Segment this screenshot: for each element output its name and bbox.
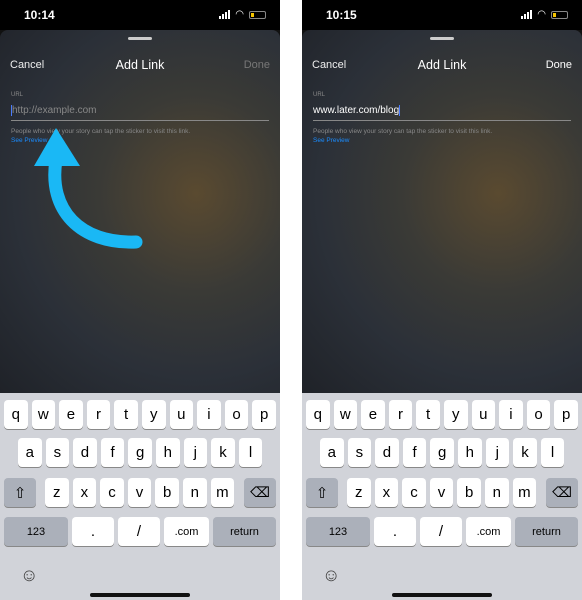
dotcom-key[interactable]: .com	[466, 517, 511, 546]
key-s[interactable]: s	[347, 438, 372, 467]
key-t[interactable]: t	[114, 400, 138, 429]
return-key[interactable]: return	[515, 517, 578, 546]
key-o[interactable]: o	[526, 400, 551, 429]
key-x[interactable]: x	[72, 478, 97, 507]
key-h[interactable]: h	[156, 438, 180, 467]
status-time: 10:15	[326, 8, 357, 22]
key-l[interactable]: l	[540, 438, 565, 467]
done-button[interactable]: Done	[546, 59, 572, 71]
key-w[interactable]: w	[333, 400, 358, 429]
key-b[interactable]: b	[457, 478, 481, 507]
key-y[interactable]: y	[142, 400, 166, 429]
key-k[interactable]: k	[513, 438, 537, 467]
slash-key[interactable]: /	[118, 517, 160, 546]
key-d[interactable]: d	[73, 438, 97, 467]
key-n[interactable]: n	[485, 478, 509, 507]
emoji-icon[interactable]: ☺	[20, 565, 38, 586]
key-n[interactable]: n	[183, 478, 207, 507]
key-x[interactable]: x	[374, 478, 399, 507]
signal-icon	[521, 10, 533, 19]
key-v[interactable]: v	[127, 478, 152, 507]
key-g[interactable]: g	[430, 438, 454, 467]
key-s[interactable]: s	[45, 438, 70, 467]
key-f[interactable]: f	[100, 438, 125, 467]
key-l[interactable]: l	[238, 438, 263, 467]
url-value: www.later.com/blog	[313, 105, 400, 117]
numbers-key[interactable]: 123	[306, 517, 370, 546]
key-p[interactable]: p	[252, 400, 276, 429]
slash-key[interactable]: /	[420, 517, 462, 546]
key-j[interactable]: j	[485, 438, 510, 467]
key-v[interactable]: v	[429, 478, 454, 507]
home-indicator	[90, 593, 190, 597]
status-icons: ◠	[521, 9, 568, 20]
key-a[interactable]: a	[18, 438, 42, 467]
add-link-sheet: Cancel Add Link Done URL www.later.com/blog P…	[302, 30, 582, 393]
keyboard: q w e r t y u i o p a s d f g h j k l ⇧ z x c v b n m ⌫ 123. / .com ret…	[0, 393, 280, 600]
key-c[interactable]: c	[100, 478, 124, 507]
dotcom-key[interactable]: .com	[164, 517, 209, 546]
key-c[interactable]: c	[402, 478, 426, 507]
key-m[interactable]: m	[512, 478, 537, 507]
period-key[interactable]: .	[374, 517, 416, 546]
delete-key[interactable]: ⌫	[546, 478, 578, 507]
see-preview-link[interactable]: See Preview	[313, 137, 350, 144]
shift-key[interactable]: ⇧	[306, 478, 338, 507]
key-o[interactable]: o	[224, 400, 249, 429]
period-key[interactable]: .	[72, 517, 114, 546]
sheet-grabber[interactable]	[430, 37, 454, 40]
screen-after: 10:15 ◠ Cancel Add Link Done URL www.later.com…	[302, 0, 582, 600]
numbers-key[interactable]: 123	[4, 517, 68, 546]
key-u[interactable]: u	[169, 400, 194, 429]
return-key[interactable]: return	[213, 517, 276, 546]
key-g[interactable]: g	[128, 438, 152, 467]
keyboard: q w e r t y u i o p a s d f g h j k l ⇧ z x c v b n m ⌫ 123. / .com ret…	[302, 393, 582, 600]
key-i[interactable]: i	[499, 400, 523, 429]
key-z[interactable]: z	[45, 478, 69, 507]
key-m[interactable]: m	[210, 478, 235, 507]
url-label: URL	[313, 92, 326, 98]
delete-key[interactable]: ⌫	[244, 478, 276, 507]
curved-arrow-up-icon	[34, 128, 143, 249]
key-j[interactable]: j	[183, 438, 208, 467]
sheet-title: Add Link	[417, 58, 467, 72]
screen-before: 10:14 ◠ Cancel Add Link Done URL http://exampl…	[0, 0, 280, 600]
key-q[interactable]: q	[306, 400, 330, 429]
key-k[interactable]: k	[211, 438, 235, 467]
hint-text: People who view your story can tap the s…	[313, 128, 493, 135]
key-p[interactable]: p	[554, 400, 578, 429]
home-indicator	[392, 593, 492, 597]
key-b[interactable]: b	[155, 478, 179, 507]
wifi-icon: ◠	[537, 9, 546, 20]
emoji-icon[interactable]: ☺	[322, 565, 340, 586]
key-h[interactable]: h	[458, 438, 482, 467]
key-w[interactable]: w	[31, 400, 56, 429]
key-t[interactable]: t	[416, 400, 440, 429]
key-e[interactable]: e	[361, 400, 385, 429]
key-y[interactable]: y	[444, 400, 468, 429]
url-input[interactable]: www.later.com/blog	[313, 105, 571, 121]
key-d[interactable]: d	[375, 438, 399, 467]
key-r[interactable]: r	[388, 400, 413, 429]
shift-key[interactable]: ⇧	[4, 478, 36, 507]
key-q[interactable]: q	[4, 400, 28, 429]
key-r[interactable]: r	[86, 400, 111, 429]
key-u[interactable]: u	[471, 400, 496, 429]
key-f[interactable]: f	[402, 438, 427, 467]
key-a[interactable]: a	[320, 438, 344, 467]
text-cursor	[399, 105, 401, 116]
status-bar: 10:15 ◠	[302, 0, 582, 30]
battery-icon	[551, 10, 568, 19]
key-e[interactable]: e	[59, 400, 83, 429]
key-i[interactable]: i	[197, 400, 221, 429]
key-z[interactable]: z	[347, 478, 371, 507]
